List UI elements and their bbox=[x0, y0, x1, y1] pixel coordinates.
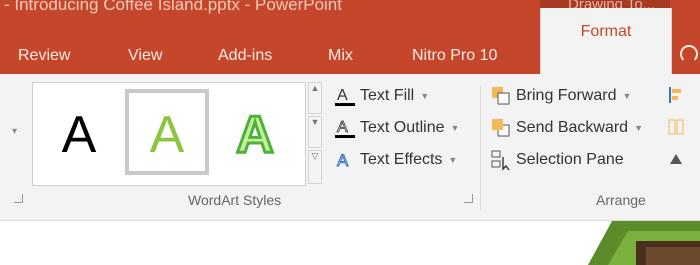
text-outline-icon: A bbox=[334, 117, 356, 139]
slide-picture[interactable] bbox=[588, 221, 700, 265]
text-effects-icon: A bbox=[334, 149, 356, 171]
wordart-sample-letter: A bbox=[149, 106, 185, 164]
arrange-group-label: Arrange bbox=[596, 192, 646, 208]
svg-text:A: A bbox=[337, 151, 349, 170]
group-separator bbox=[480, 86, 481, 210]
selection-pane-button[interactable]: Selection Pane bbox=[490, 148, 624, 172]
text-fill-button[interactable]: A Text Fill ▼ bbox=[334, 84, 429, 108]
svg-text:A: A bbox=[337, 119, 348, 136]
tab-view[interactable]: View bbox=[128, 26, 162, 74]
send-backward-button[interactable]: Send Backward ▼ bbox=[490, 116, 643, 140]
rotate-icon[interactable] bbox=[668, 150, 684, 168]
send-backward-icon bbox=[490, 117, 512, 139]
text-fill-icon: A bbox=[334, 85, 356, 107]
tab-add-ins[interactable]: Add-ins bbox=[218, 26, 272, 74]
wordart-dialog-launcher-icon[interactable] bbox=[464, 194, 473, 203]
bring-forward-button[interactable]: Bring Forward ▼ bbox=[490, 84, 631, 108]
wordart-styles-group-label: WordArt Styles bbox=[188, 192, 282, 208]
dropdown-arrow-icon: ▼ bbox=[450, 123, 460, 133]
text-outline-label: Text Outline bbox=[360, 119, 445, 137]
send-backward-label: Send Backward bbox=[516, 119, 629, 137]
tab-nitro-pro[interactable]: Nitro Pro 10 bbox=[412, 26, 497, 74]
ribbon: ▾ A A A ▲ ▼ ▽ A Text Fill ▼ A Text Outlin… bbox=[0, 74, 700, 221]
window-title: - Introducing Coffee Island.pptx - Power… bbox=[4, 0, 342, 14]
wordart-sample-letter: A bbox=[235, 105, 276, 166]
dropdown-arrow-icon: ▼ bbox=[634, 123, 643, 133]
selection-pane-icon bbox=[490, 149, 512, 171]
wordart-style-green-outline[interactable]: A bbox=[217, 97, 293, 173]
previous-group-more-icon[interactable]: ▾ bbox=[12, 126, 17, 137]
gallery-scroll: ▲ ▼ ▽ bbox=[308, 82, 322, 184]
tab-format-label: Format bbox=[580, 23, 632, 40]
bring-forward-label: Bring Forward bbox=[516, 87, 617, 105]
wordart-style-green[interactable]: A bbox=[129, 97, 205, 173]
tab-format[interactable]: Format bbox=[540, 8, 672, 74]
svg-text:A: A bbox=[337, 87, 348, 104]
gallery-more-button[interactable]: ▽ bbox=[308, 150, 322, 184]
tab-mix[interactable]: Mix bbox=[328, 26, 353, 74]
dropdown-arrow-icon: ▼ bbox=[448, 155, 458, 165]
bring-forward-icon bbox=[490, 85, 512, 107]
dropdown-arrow-icon: ▼ bbox=[420, 91, 430, 101]
selection-pane-label: Selection Pane bbox=[516, 151, 624, 168]
previous-group-dialog-launcher-icon[interactable] bbox=[14, 194, 23, 203]
wordart-sample-letter: A bbox=[61, 106, 97, 164]
text-effects-button[interactable]: A Text Effects ▼ bbox=[334, 148, 458, 172]
tab-review[interactable]: Review bbox=[18, 26, 70, 74]
text-outline-button[interactable]: A Text Outline ▼ bbox=[334, 116, 459, 140]
wordart-styles-gallery[interactable]: A A A bbox=[32, 82, 306, 186]
align-icon[interactable] bbox=[668, 86, 684, 104]
dropdown-arrow-icon: ▼ bbox=[622, 91, 632, 101]
text-effects-label: Text Effects bbox=[360, 151, 443, 169]
tell-me-lightbulb-icon[interactable] bbox=[680, 45, 698, 63]
gallery-scroll-up-button[interactable]: ▲ bbox=[308, 82, 322, 114]
group-objects-icon[interactable] bbox=[668, 118, 684, 136]
gallery-scroll-down-button[interactable]: ▼ bbox=[308, 116, 322, 148]
text-fill-label: Text Fill bbox=[360, 87, 415, 105]
wordart-style-black[interactable]: A bbox=[41, 97, 117, 173]
